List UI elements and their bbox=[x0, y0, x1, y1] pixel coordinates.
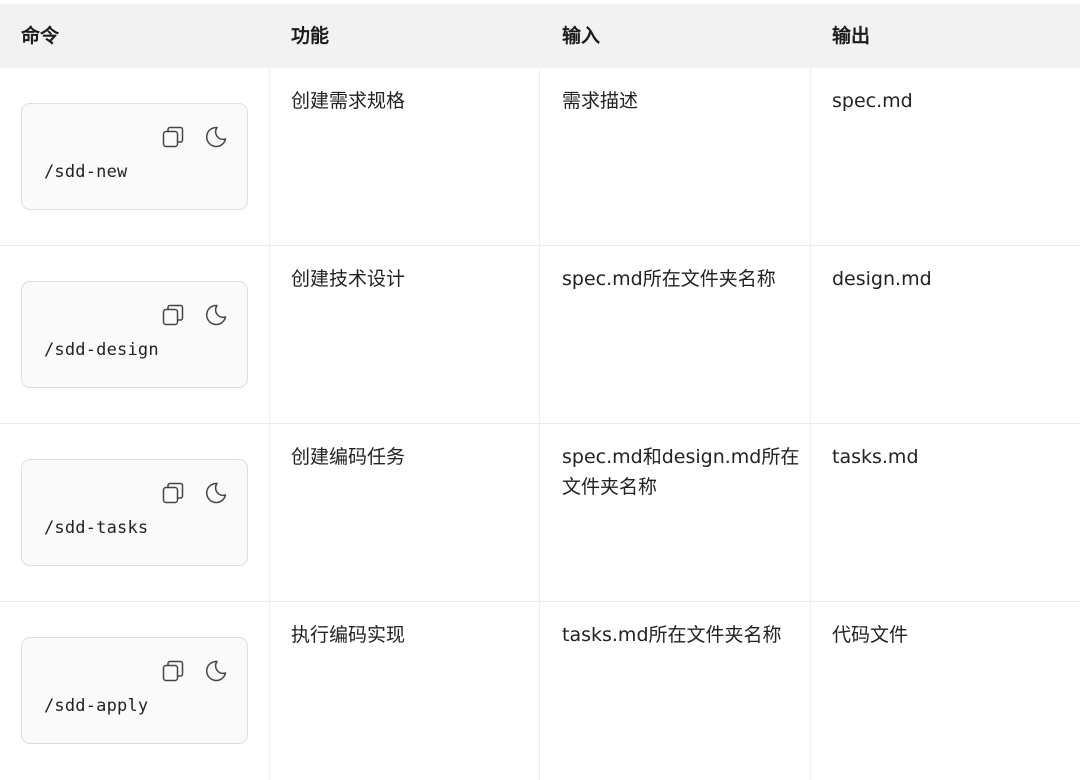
input-cell: 需求描述 bbox=[562, 90, 639, 112]
column-divider bbox=[539, 246, 540, 424]
code-block: /sdd-apply bbox=[21, 637, 248, 744]
moon-icon[interactable] bbox=[204, 303, 228, 327]
copy-icon[interactable] bbox=[162, 304, 184, 326]
function-cell: 执行编码实现 bbox=[291, 624, 406, 646]
column-divider bbox=[269, 246, 270, 424]
function-cell: 创建技术设计 bbox=[291, 268, 406, 290]
command-code: /sdd-apply bbox=[44, 696, 149, 716]
column-divider bbox=[810, 246, 811, 424]
output-cell: spec.md bbox=[832, 90, 913, 112]
table-row: /sdd-new 创建需求规格 需求描述 spec.md bbox=[0, 68, 1080, 246]
header-output: 输出 bbox=[832, 25, 871, 47]
column-divider bbox=[539, 602, 540, 780]
input-cell: tasks.md所在文件夹名称 bbox=[562, 624, 782, 646]
output-cell: 代码文件 bbox=[832, 624, 909, 646]
header-function: 功能 bbox=[291, 25, 330, 47]
command-code: /sdd-tasks bbox=[44, 518, 149, 538]
output-cell: design.md bbox=[832, 268, 932, 290]
code-block: /sdd-design bbox=[21, 281, 248, 388]
moon-icon[interactable] bbox=[204, 125, 228, 149]
copy-icon[interactable] bbox=[162, 126, 184, 148]
function-cell: 创建编码任务 bbox=[291, 446, 406, 468]
command-code: /sdd-new bbox=[44, 162, 128, 182]
command-table: 命令 功能 输入 输出 /sdd-new 创建需求规格 需求描述 spec.md bbox=[0, 0, 1080, 780]
command-code: /sdd-design bbox=[44, 340, 159, 360]
input-cell: spec.md所在文件夹名称 bbox=[562, 268, 776, 290]
moon-icon[interactable] bbox=[204, 659, 228, 683]
copy-icon[interactable] bbox=[162, 482, 184, 504]
column-divider bbox=[810, 602, 811, 780]
column-divider bbox=[539, 68, 540, 246]
header-input: 输入 bbox=[562, 25, 601, 47]
copy-icon[interactable] bbox=[162, 660, 184, 682]
code-block: /sdd-new bbox=[21, 103, 248, 210]
table-row: /sdd-design 创建技术设计 spec.md所在文件夹名称 design… bbox=[0, 246, 1080, 424]
column-divider bbox=[539, 424, 540, 602]
function-cell: 创建需求规格 bbox=[291, 90, 406, 112]
code-block: /sdd-tasks bbox=[21, 459, 248, 566]
table-row: /sdd-tasks 创建编码任务 spec.md和design.md所在 文件… bbox=[0, 424, 1080, 602]
header-command: 命令 bbox=[21, 25, 60, 47]
table-row: /sdd-apply 执行编码实现 tasks.md所在文件夹名称 代码文件 bbox=[0, 602, 1080, 780]
table-header: 命令 功能 输入 输出 bbox=[0, 4, 1080, 68]
input-cell: spec.md和design.md所在 文件夹名称 bbox=[562, 446, 800, 498]
column-divider bbox=[269, 68, 270, 246]
column-divider bbox=[269, 602, 270, 780]
output-cell: tasks.md bbox=[832, 446, 919, 468]
column-divider bbox=[269, 424, 270, 602]
column-divider bbox=[810, 68, 811, 246]
moon-icon[interactable] bbox=[204, 481, 228, 505]
column-divider bbox=[810, 424, 811, 602]
